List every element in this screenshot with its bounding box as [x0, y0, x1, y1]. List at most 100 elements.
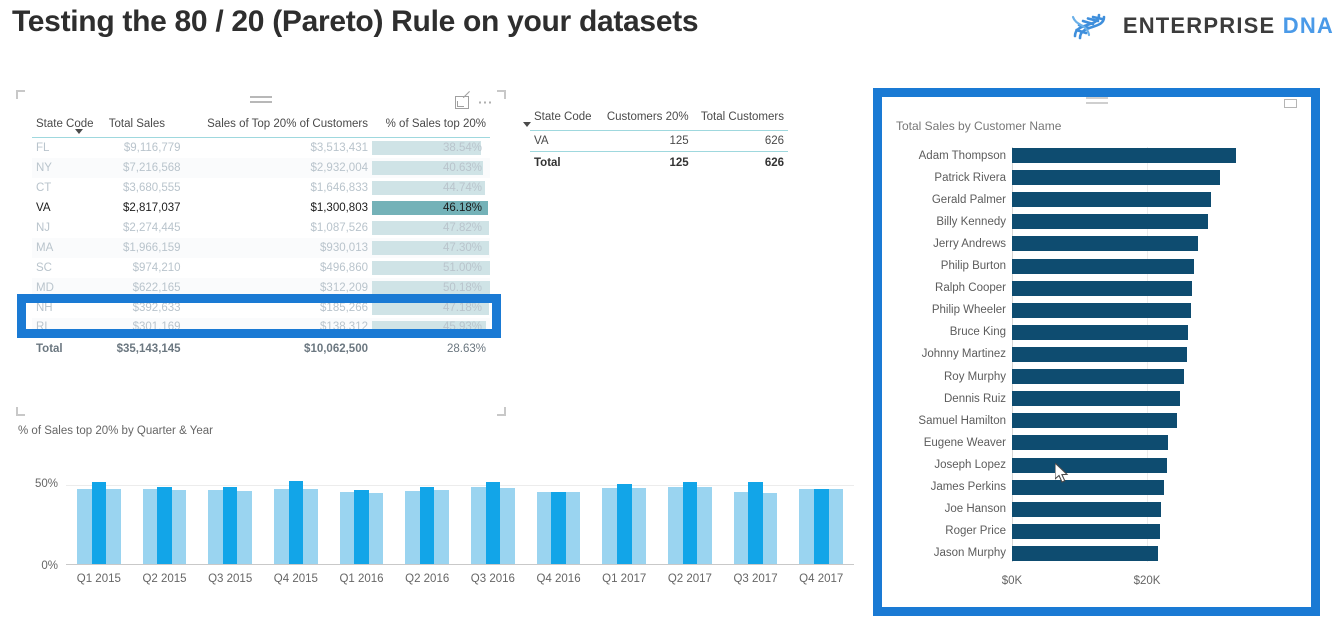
column-chart-bar[interactable] [405, 491, 420, 564]
table-row[interactable]: SC $974,210 $496,860 51.00% [32, 258, 490, 278]
bar-chart-bar[interactable] [1012, 302, 1191, 318]
column-chart-bar[interactable] [631, 487, 647, 564]
bar-chart-row[interactable]: Roger Price [945, 523, 1281, 540]
bar-chart-row[interactable]: Dennis Ruiz [944, 390, 1281, 407]
focus-mode-icon[interactable] [454, 96, 469, 109]
mini-col-total-customers[interactable]: Total Customers [692, 108, 788, 131]
bar-chart-row[interactable]: James Perkins [931, 479, 1281, 496]
column-chart-bar[interactable] [616, 483, 632, 564]
bar-chart-row[interactable]: Philip Wheeler [932, 302, 1281, 319]
bar-chart-bar[interactable] [1012, 479, 1164, 495]
column-chart-bar[interactable] [602, 487, 617, 564]
column-chart-bar[interactable] [303, 489, 318, 564]
bar-chart-row[interactable]: Joe Hanson [945, 501, 1281, 518]
bar-chart-row[interactable]: Billy Kennedy [936, 213, 1281, 230]
column-chart-group[interactable] [657, 469, 723, 564]
column-chart-group[interactable] [132, 469, 198, 564]
table-row[interactable]: VA 125 626 [530, 131, 788, 152]
bar-chart-bar[interactable] [1012, 391, 1181, 407]
table-row[interactable]: MA $1,966,159 $930,013 47.30% [32, 237, 490, 258]
column-chart-group[interactable] [526, 469, 592, 564]
bar-chart-bar[interactable] [1012, 413, 1178, 429]
mini-col-state-code[interactable]: State Code [530, 108, 599, 131]
column-chart-bar[interactable] [828, 488, 844, 564]
bar-chart-bar[interactable] [1012, 369, 1184, 385]
pareto-matrix-visual[interactable]: ⋯ State Code Total Sales Sales of Top 20… [14, 88, 508, 418]
column-chart-bar[interactable] [697, 487, 712, 564]
table-row[interactable]: RI $301,169 $138,312 45.93% [32, 317, 490, 338]
column-chart-bar[interactable] [762, 492, 778, 564]
column-chart-bar[interactable] [551, 491, 566, 564]
bar-chart-bar[interactable] [1012, 435, 1168, 451]
bar-chart-row[interactable]: Gerald Palmer [932, 191, 1281, 208]
bar-chart-bar[interactable] [1012, 523, 1160, 539]
bar-chart-bar[interactable] [1012, 236, 1199, 252]
column-chart-bar[interactable] [142, 489, 158, 564]
matrix-col-total-sales[interactable]: Total Sales [74, 114, 185, 138]
column-chart-group[interactable] [591, 469, 657, 564]
column-chart-bar[interactable] [434, 490, 450, 564]
column-chart-group[interactable] [394, 469, 460, 564]
column-chart-bar[interactable] [799, 489, 814, 564]
pct-sales-by-quarter-chart-visual[interactable]: % of Sales top 20% by Quarter & Year 50%… [14, 425, 859, 585]
total-sales-by-customer-visual[interactable]: Total Sales by Customer Name Adam Thomps… [873, 88, 1320, 616]
column-chart-group[interactable] [460, 469, 526, 564]
bar-chart-bar[interactable] [1012, 214, 1208, 230]
column-chart-bar[interactable] [339, 491, 355, 564]
column-chart-bar[interactable] [733, 491, 749, 564]
table-row[interactable]: VA $2,817,037 $1,300,803 46.18% [32, 197, 490, 218]
bar-chart-row[interactable]: Joseph Lopez [934, 457, 1281, 474]
bar-chart-row[interactable]: Ralph Cooper [935, 280, 1281, 297]
table-row[interactable]: CT $3,680,555 $1,646,833 44.74% [32, 178, 490, 198]
column-chart-bar[interactable] [288, 480, 304, 564]
matrix-col-state-code[interactable]: State Code [32, 114, 105, 138]
bar-chart-row[interactable]: Patrick Rivera [934, 169, 1281, 186]
customers-20-table[interactable]: State Code Customers 20% Total Customers… [522, 108, 788, 173]
column-chart-bar[interactable] [500, 487, 515, 564]
table-row[interactable]: NY $7,216,568 $2,932,004 40.63% [32, 157, 490, 178]
column-chart-bar[interactable] [485, 482, 501, 564]
bar-chart-row[interactable]: Jason Murphy [934, 545, 1281, 562]
matrix-col-pct-top20[interactable]: % of Sales top 20% [372, 114, 490, 138]
bar-chart-bar[interactable] [1012, 170, 1221, 186]
bar-chart-bar[interactable] [1012, 280, 1192, 296]
column-chart-group[interactable] [66, 469, 132, 564]
column-chart-bar[interactable] [536, 491, 552, 564]
column-chart-bar[interactable] [106, 488, 121, 564]
bar-chart-bar[interactable] [1012, 258, 1194, 274]
matrix-col-top20-sales[interactable]: Sales of Top 20% of Customers [184, 114, 372, 138]
column-chart-bar[interactable] [368, 492, 384, 564]
column-chart-bar[interactable] [354, 490, 369, 564]
column-chart-group[interactable] [788, 469, 854, 564]
column-chart-bar[interactable] [208, 490, 223, 564]
drag-grip-icon[interactable] [1085, 97, 1108, 104]
bar-chart-bar[interactable] [1012, 192, 1211, 208]
bar-chart-row[interactable]: Philip Burton [941, 258, 1281, 275]
column-chart-group[interactable] [197, 469, 263, 564]
column-chart-bar[interactable] [171, 490, 187, 564]
bar-chart-bar[interactable] [1012, 346, 1187, 362]
column-chart-group[interactable] [263, 469, 329, 564]
bar-chart-row[interactable]: Eugene Weaver [924, 434, 1281, 451]
column-chart-bar[interactable] [682, 482, 698, 564]
column-chart-bar[interactable] [157, 487, 172, 564]
column-chart-bar[interactable] [237, 491, 253, 564]
bar-chart-bar[interactable] [1012, 545, 1159, 561]
focus-mode-icon[interactable] [1284, 99, 1297, 108]
bar-chart-bar[interactable] [1012, 324, 1188, 340]
mini-col-customers-20[interactable]: Customers 20% [522, 108, 693, 131]
column-chart-bar[interactable] [668, 487, 683, 564]
column-chart-bar[interactable] [91, 482, 107, 564]
customers-20-table-visual[interactable]: State Code Customers 20% Total Customers… [522, 108, 788, 173]
bar-chart-row[interactable]: Adam Thompson [919, 147, 1281, 164]
column-chart-bar[interactable] [77, 488, 92, 564]
column-chart-bar[interactable] [748, 482, 763, 564]
bar-chart-bar[interactable] [1012, 148, 1236, 163]
column-chart-group[interactable] [723, 469, 789, 564]
drag-grip-icon[interactable] [250, 96, 272, 104]
column-chart-bar[interactable] [274, 489, 289, 564]
table-row[interactable]: NH $392,633 $185,266 47.18% [32, 298, 490, 318]
bar-chart-row[interactable]: Roy Murphy [944, 368, 1281, 385]
column-chart-bar[interactable] [471, 487, 486, 564]
table-row[interactable]: NJ $2,274,445 $1,087,526 47.82% [32, 218, 490, 238]
